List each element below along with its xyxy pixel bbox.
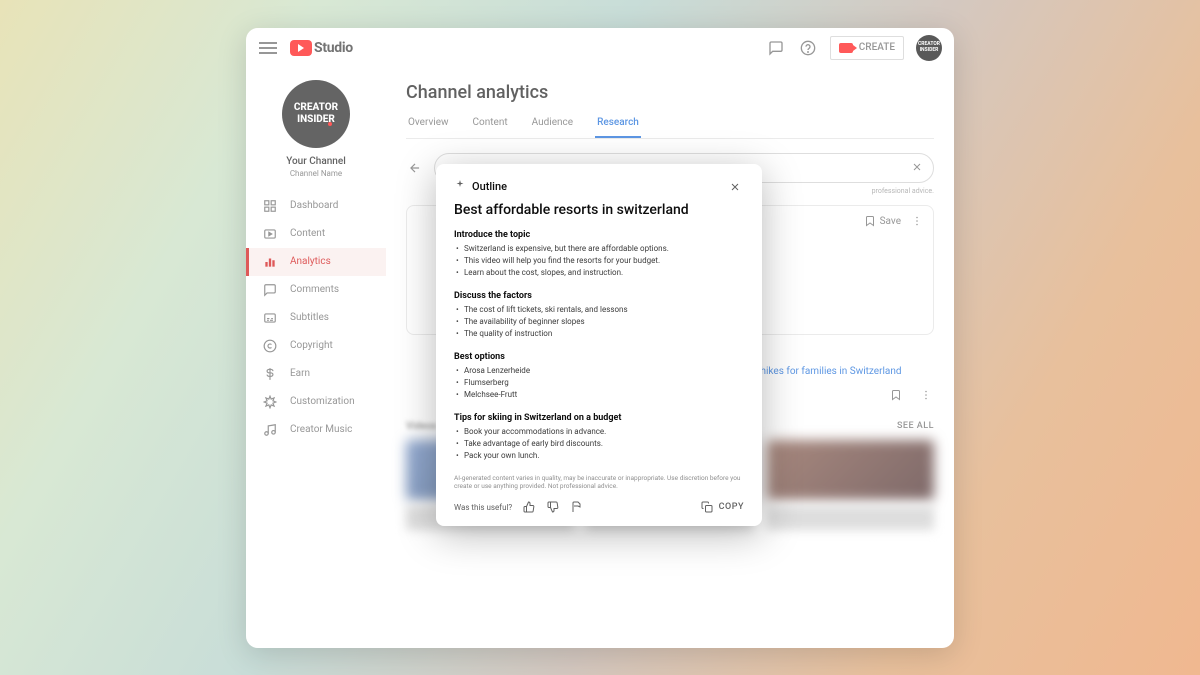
earn-icon [262, 366, 278, 382]
create-button[interactable]: CREATE [830, 36, 904, 60]
copyright-icon [262, 338, 278, 354]
brand-text: Studio [314, 40, 353, 56]
section-heading: Introduce the topic [454, 230, 744, 240]
sidebar-item-dashboard[interactable]: Dashboard [246, 192, 386, 220]
more-icon[interactable] [911, 212, 923, 231]
sparkle-icon [454, 179, 466, 194]
create-label: CREATE [859, 42, 895, 53]
dashboard-icon [262, 198, 278, 214]
outline-modal: Outline Best affordable resorts in switz… [436, 164, 762, 527]
sidebar-item-label: Subtitles [290, 312, 329, 323]
feedback-icon[interactable] [766, 38, 786, 58]
sidebar-item-subtitles[interactable]: Subtitles [246, 304, 386, 332]
tab-audience[interactable]: Audience [530, 117, 575, 138]
outline-item: Book your accommodations in advance. [454, 426, 744, 438]
sidebar-item-comments[interactable]: Comments [246, 276, 386, 304]
bookmark-icon[interactable] [890, 389, 904, 403]
customization-icon [262, 394, 278, 410]
outline-section: Discuss the factors The cost of lift tick… [454, 291, 744, 340]
youtube-icon [290, 40, 312, 56]
sidebar-item-label: Creator Music [290, 424, 352, 435]
copy-label: COPY [719, 502, 744, 512]
outline-item: Take advantage of early bird discounts. [454, 438, 744, 450]
section-heading: Tips for skiing in Switzerland on a budg… [454, 413, 744, 423]
modal-disclaimer: AI-generated content varies in quality, … [454, 474, 744, 491]
close-icon[interactable] [726, 178, 744, 196]
outline-item: Pack your own lunch. [454, 450, 744, 462]
flag-icon[interactable] [570, 500, 584, 514]
music-icon [262, 422, 278, 438]
see-all-link[interactable]: SEE ALL [897, 421, 934, 431]
outline-item: Switzerland is expensive, but there are … [454, 243, 744, 255]
content-icon [262, 226, 278, 242]
sidebar-item-label: Comments [290, 284, 339, 295]
tab-content[interactable]: Content [471, 117, 510, 138]
thumbs-up-icon[interactable] [522, 500, 536, 514]
tab-research[interactable]: Research [595, 117, 641, 138]
sidebar-item-creator-music[interactable]: Creator Music [246, 416, 386, 444]
tabs: Overview Content Audience Research [406, 117, 934, 139]
more-icon[interactable] [920, 389, 934, 403]
outline-item: This video will help you find the resort… [454, 255, 744, 267]
outline-item: The cost of lift tickets, ski rentals, a… [454, 304, 744, 316]
menu-icon[interactable] [258, 38, 278, 58]
sidebar-item-label: Earn [290, 368, 310, 379]
camera-icon [839, 43, 853, 53]
help-icon[interactable] [798, 38, 818, 58]
sidebar-item-content[interactable]: Content [246, 220, 386, 248]
outline-item: Arosa Lenzerheide [454, 365, 744, 377]
logo[interactable]: Studio [290, 40, 353, 56]
channel-name: Channel Name [290, 169, 342, 178]
outline-item: The availability of beginner slopes [454, 316, 744, 328]
channel-avatar[interactable]: CREATORINSIDER [282, 80, 350, 148]
sidebar-item-analytics[interactable]: Analytics [246, 248, 386, 276]
sidebar-item-customization[interactable]: Customization [246, 388, 386, 416]
section-heading: Discuss the factors [454, 291, 744, 301]
outline-item: Melchsee-Frutt [454, 389, 744, 401]
copy-button[interactable]: COPY [701, 501, 744, 513]
analytics-icon [262, 254, 278, 270]
page-title: Channel analytics [406, 82, 934, 103]
useful-label: Was this useful? [454, 503, 512, 512]
modal-title: Best affordable resorts in switzerland [454, 202, 744, 218]
sidebar-item-label: Content [290, 228, 325, 239]
clear-icon[interactable] [911, 158, 923, 177]
outline-item: The quality of instruction [454, 328, 744, 340]
sidebar-item-label: Analytics [290, 256, 331, 267]
save-button[interactable]: Save [864, 215, 901, 227]
outline-item: Learn about the cost, slopes, and instru… [454, 267, 744, 279]
outline-section: Best options Arosa LenzerheideFlumserberg… [454, 352, 744, 401]
tab-overview[interactable]: Overview [406, 117, 451, 138]
thumbs-down-icon[interactable] [546, 500, 560, 514]
sidebar: CREATORINSIDER Your Channel Channel Name… [246, 68, 386, 648]
your-channel-label: Your Channel [286, 156, 346, 167]
back-icon[interactable] [406, 159, 424, 177]
section-heading: Videos [406, 421, 437, 432]
sidebar-item-label: Dashboard [290, 200, 338, 211]
subtitles-icon [262, 310, 278, 326]
sidebar-item-earn[interactable]: Earn [246, 360, 386, 388]
top-bar: Studio CREATE CREATOR INSIDER [246, 28, 954, 68]
outline-item: Flumserberg [454, 377, 744, 389]
outline-section: Tips for skiing in Switzerland on a budg… [454, 413, 744, 462]
modal-label: Outline [472, 180, 507, 193]
sidebar-nav: Dashboard Content Analytics Comments Sub… [246, 192, 386, 444]
comments-icon [262, 282, 278, 298]
sidebar-item-label: Copyright [290, 340, 333, 351]
video-card[interactable] [767, 440, 934, 530]
avatar[interactable]: CREATOR INSIDER [916, 35, 942, 61]
outline-section: Introduce the topic Switzerland is expens… [454, 230, 744, 279]
save-label: Save [880, 216, 901, 227]
section-heading: Best options [454, 352, 744, 362]
sidebar-item-label: Customization [290, 396, 355, 407]
sidebar-item-copyright[interactable]: Copyright [246, 332, 386, 360]
